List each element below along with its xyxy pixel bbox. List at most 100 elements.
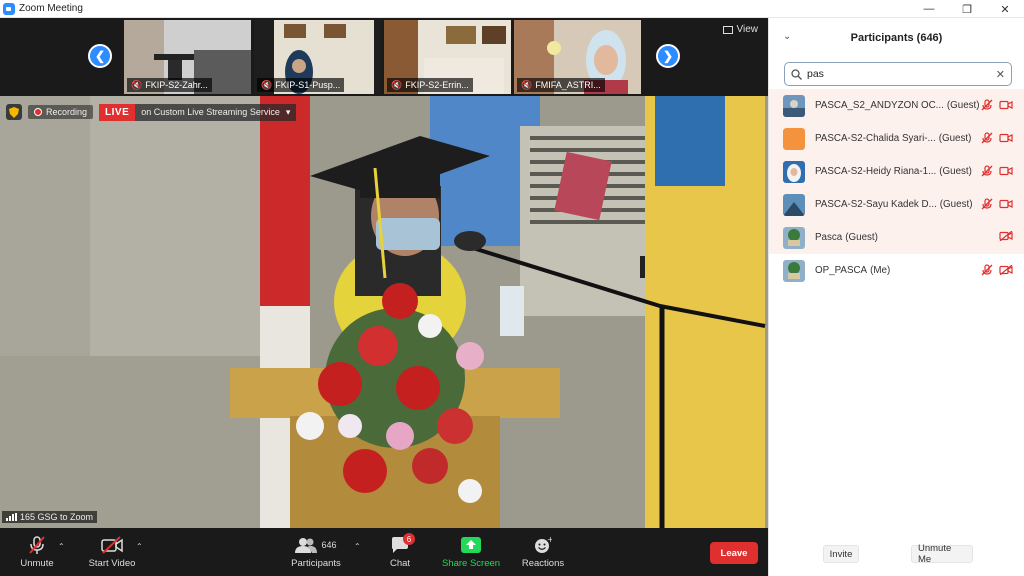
participant-search[interactable]: ✕ [784,62,1012,86]
participants-caret-icon[interactable]: ⌃ [354,542,361,551]
chevron-right-icon: ❯ [662,49,674,63]
recording-label: Recording [46,107,88,117]
svg-text:+: + [547,536,552,544]
chat-button[interactable]: 6 Chat [380,528,420,576]
chat-icon: 6 [391,533,415,555]
mic-muted-icon: 🔇 [521,80,533,90]
mic-muted-icon [28,535,46,555]
participant-role: (Guest) [939,166,972,177]
start-video-button[interactable]: Start Video [84,528,140,576]
view-button[interactable]: View [722,24,759,35]
shield-icon[interactable] [6,104,22,120]
video-off-icon [100,535,124,555]
restore-button[interactable]: ❐ [948,0,986,18]
participant-name: PASCA_S2_ANDYZON OC... [815,100,944,111]
thumbnail-name: FKIP-S2-Errin... [405,80,469,90]
leave-button[interactable]: Leave [710,542,758,564]
video-thumbnail[interactable]: 🔇 FKIP-S2-Zahr... [124,20,251,94]
audio-options-caret-icon[interactable]: ⌃ [58,542,65,551]
participant-status [981,198,1013,210]
participant-status [981,132,1013,144]
mic-muted-icon [981,99,993,111]
video-camera-icon [999,133,1013,143]
chevron-down-icon[interactable]: ⌄ [783,31,791,42]
chevron-left-icon: ❮ [94,49,106,63]
next-page-button[interactable]: ❯ [656,44,680,68]
reactions-label: Reactions [521,558,565,569]
participant-role: (Me) [870,265,891,276]
thumbnail-name: FKIP-S1-Pusp... [275,80,341,90]
mic-muted-icon [981,198,993,210]
thumbnail-strip: ❮ 🔇 FKIP-S2-Zahr... 🔇 FKIP-S1-Pusp... 🔇 … [0,18,768,96]
clear-search-icon[interactable]: ✕ [996,68,1005,81]
participant-row[interactable]: PASCA-S2-Sayu Kadek D... (Guest) [769,188,1024,221]
minimize-button[interactable]: — [910,0,948,18]
mic-muted-icon [981,132,993,144]
unmute-me-button[interactable]: Unmute Me [911,543,973,565]
share-screen-button[interactable]: Share Screen [440,528,502,576]
mic-muted-icon: 🔇 [261,80,273,90]
main-video[interactable] [0,96,768,528]
participants-button[interactable]: 646 Participants [286,528,346,576]
participant-row[interactable]: PASCA_S2_ANDYZON OC... (Guest) [769,89,1024,122]
share-screen-icon [461,535,481,555]
search-input[interactable] [807,68,987,80]
live-badge[interactable]: LIVE [99,103,136,121]
reactions-button[interactable]: + Reactions [518,528,568,576]
connection-label: 165 GSG to Zoom [20,512,94,522]
search-icon [791,68,802,80]
mic-muted-icon [981,264,993,276]
participant-name: PASCA-S2-Sayu Kadek D... [815,199,937,210]
zoom-logo-icon [3,2,15,15]
participant-role: (Guest) [939,199,973,210]
participant-name: PASCA-S2-Chalida Syari-... [815,133,936,144]
mic-muted-icon: 🔇 [391,80,403,90]
participants-label: Participants [291,558,341,569]
smiley-plus-icon: + [534,535,552,555]
video-thumbnail[interactable]: 🔇 FKIP-S2-Errin... [384,20,511,94]
thumbnail-name: FKIP-S2-Zahr... [145,80,208,90]
thumbnail-name: FMIFA_ASTRI... [535,80,601,90]
view-label: View [736,24,759,35]
video-off-icon [999,231,1013,241]
participant-status [981,99,1013,111]
meeting-toolbar: Unmute ⌃ Start Video ⌃ 646 Participants … [0,528,768,576]
avatar [783,259,805,282]
prev-page-button[interactable]: ❮ [88,44,112,68]
participant-row[interactable]: OP_PASCA (Me) [769,254,1024,287]
thumbnail-label: 🔇 FMIFA_ASTRI... [517,78,605,92]
participant-row[interactable]: PASCA-S2-Chalida Syari-... (Guest) [769,122,1024,155]
connection-status: 165 GSG to Zoom [2,511,98,523]
panel-title: Participants (646) [850,32,943,44]
stream-service-dropdown[interactable]: on Custom Live Streaming Service ▾ [135,103,297,121]
recording-indicator[interactable]: Recording [28,105,94,119]
thumbnail-label: 🔇 FKIP-S2-Errin... [387,78,473,92]
chat-label: Chat [389,558,411,569]
share-screen-label: Share Screen [441,558,501,569]
zoom-window: Zoom Meeting — ❐ ✕ ❮ 🔇 FKIP-S2-Zahr... 🔇… [0,0,1024,576]
video-options-caret-icon[interactable]: ⌃ [136,542,143,551]
mic-muted-icon: 🔇 [131,80,143,90]
recording-bar: Recording LIVE on Custom Live Streaming … [6,102,297,122]
participant-row[interactable]: Pasca (Guest) [769,221,1024,254]
video-thumbnail[interactable]: 🔇 FMIFA_ASTRI... [514,20,641,94]
unmute-button[interactable]: Unmute [12,528,62,576]
speaker-video [0,96,768,528]
panel-footer: Invite Unmute Me [769,543,1024,567]
caret-down-icon: ▾ [285,106,291,117]
participant-row[interactable]: PASCA-S2-Heidy Riana-1... (Guest) [769,155,1024,188]
video-camera-icon [999,100,1013,110]
meeting-area: ❮ 🔇 FKIP-S2-Zahr... 🔇 FKIP-S1-Pusp... 🔇 … [0,18,768,576]
avatar [783,160,805,183]
close-window-button[interactable]: ✕ [986,0,1024,18]
grid-view-icon [722,25,733,34]
record-dot-icon [34,108,42,116]
thumbnail-label: 🔇 FKIP-S1-Pusp... [257,78,345,92]
panel-header: ⌄ Participants (646) [769,18,1024,58]
participants-panel: ⌄ Participants (646) ✕ PASCA_S2_ANDYZON … [768,18,1024,576]
participant-list: PASCA_S2_ANDYZON OC... (Guest) PASCA-S2-… [769,89,1024,287]
invite-button[interactable]: Invite [823,545,859,563]
avatar [783,94,805,117]
participant-role: (Guest) [938,133,972,144]
video-thumbnail[interactable]: 🔇 FKIP-S1-Pusp... [254,20,381,94]
